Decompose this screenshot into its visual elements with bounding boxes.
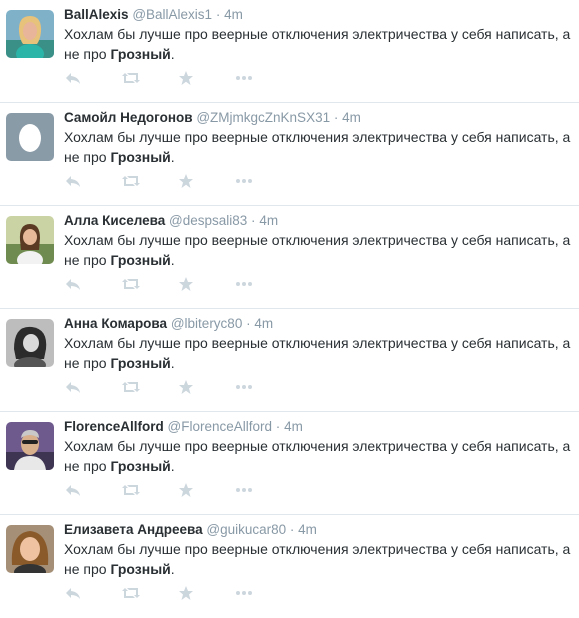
tweet-text: Хохлам бы лучше про веерные отключения э… <box>64 436 574 476</box>
tweet-item[interactable]: Анна Комарова @lbiteryc80 · 4m Хохлам бы… <box>0 309 579 412</box>
tweet-text-bold[interactable]: Грозный <box>110 561 170 577</box>
star-icon[interactable] <box>178 276 198 294</box>
tweet-header: BallAlexis @BallAlexis1 · 4m <box>64 6 243 24</box>
separator: · <box>275 419 281 434</box>
retweet-icon[interactable] <box>121 482 141 500</box>
tweet-header: Алла Киселева @despsali83 · 4m <box>64 212 278 230</box>
timestamp[interactable]: 4m <box>284 419 303 434</box>
avatar[interactable] <box>6 113 54 161</box>
avatar[interactable] <box>6 422 54 470</box>
tweet-text-bold[interactable]: Грозный <box>110 458 170 474</box>
more-icon[interactable] <box>234 173 254 191</box>
tweet-header: Самойл Недогонов @ZMjmkgcZnKnSX31 · 4m <box>64 109 361 127</box>
separator: · <box>215 7 221 22</box>
tweet-item[interactable]: Алла Киселева @despsali83 · 4m Хохлам бы… <box>0 206 579 309</box>
separator: · <box>289 522 295 537</box>
tweet-item[interactable]: FlorenceAllford @FlorenceAllford · 4m Хо… <box>0 412 579 515</box>
retweet-icon[interactable] <box>121 70 141 88</box>
more-icon[interactable] <box>234 70 254 88</box>
separator: · <box>333 110 339 125</box>
user-name[interactable]: Самойл Недогонов <box>64 110 193 125</box>
user-name[interactable]: Алла Киселева <box>64 213 165 228</box>
retweet-icon[interactable] <box>121 173 141 191</box>
tweet-text: Хохлам бы лучше про веерные отключения э… <box>64 127 574 167</box>
tweet-text-suffix: . <box>170 46 175 62</box>
tweet-header: FlorenceAllford @FlorenceAllford · 4m <box>64 418 303 436</box>
retweet-icon[interactable] <box>121 585 141 603</box>
tweet-text-suffix: . <box>170 252 175 268</box>
tweet-text-bold[interactable]: Грозный <box>110 252 170 268</box>
star-icon[interactable] <box>178 482 198 500</box>
more-icon[interactable] <box>234 482 254 500</box>
tweet-actions <box>64 585 264 603</box>
star-icon[interactable] <box>178 585 198 603</box>
tweet-item[interactable]: Самойл Недогонов @ZMjmkgcZnKnSX31 · 4m Х… <box>0 103 579 206</box>
reply-icon[interactable] <box>64 585 84 603</box>
timestamp[interactable]: 4m <box>224 7 243 22</box>
timestamp[interactable]: 4m <box>342 110 361 125</box>
tweet-actions <box>64 173 264 191</box>
more-icon[interactable] <box>234 585 254 603</box>
tweet-text-suffix: . <box>170 149 175 165</box>
tweet-actions <box>64 379 264 397</box>
star-icon[interactable] <box>178 173 198 191</box>
separator: · <box>251 213 256 228</box>
star-icon[interactable] <box>178 379 198 397</box>
tweet-text-suffix: . <box>170 458 175 474</box>
tweet-text-bold[interactable]: Грозный <box>110 355 170 371</box>
tweet-item[interactable]: Елизавета Андреева @guikucar80 · 4m Хохл… <box>0 515 579 618</box>
tweet-text-bold[interactable]: Грозный <box>110 149 170 165</box>
more-icon[interactable] <box>234 379 254 397</box>
tweet-actions <box>64 482 264 500</box>
user-handle[interactable]: @despsali83 <box>169 213 247 228</box>
user-handle[interactable]: @ZMjmkgcZnKnSX31 <box>196 110 330 125</box>
timestamp[interactable]: 4m <box>254 316 273 331</box>
tweet-text: Хохлам бы лучше про веерные отключения э… <box>64 24 574 64</box>
reply-icon[interactable] <box>64 173 84 191</box>
tweet-feed: BallAlexis @BallAlexis1 · 4m Хохлам бы л… <box>0 0 579 613</box>
avatar[interactable] <box>6 525 54 573</box>
separator: · <box>246 316 251 331</box>
retweet-icon[interactable] <box>121 276 141 294</box>
tweet-text: Хохлам бы лучше про веерные отключения э… <box>64 230 574 270</box>
user-handle[interactable]: @guikucar80 <box>206 522 286 537</box>
avatar[interactable] <box>6 10 54 58</box>
tweet-actions <box>64 70 264 88</box>
tweet-text: Хохлам бы лучше про веерные отключения э… <box>64 333 574 373</box>
tweet-text-bold[interactable]: Грозный <box>110 46 170 62</box>
reply-icon[interactable] <box>64 276 84 294</box>
retweet-icon[interactable] <box>121 379 141 397</box>
user-name[interactable]: BallAlexis <box>64 7 129 22</box>
user-handle[interactable]: @FlorenceAllford <box>168 419 273 434</box>
tweet-header: Елизавета Андреева @guikucar80 · 4m <box>64 521 317 539</box>
user-name[interactable]: Анна Комарова <box>64 316 167 331</box>
tweet-header: Анна Комарова @lbiteryc80 · 4m <box>64 315 273 333</box>
timestamp[interactable]: 4m <box>298 522 317 537</box>
tweet-text-suffix: . <box>170 561 175 577</box>
user-name[interactable]: Елизавета Андреева <box>64 522 203 537</box>
timestamp[interactable]: 4m <box>259 213 278 228</box>
more-icon[interactable] <box>234 276 254 294</box>
reply-icon[interactable] <box>64 482 84 500</box>
reply-icon[interactable] <box>64 379 84 397</box>
user-handle[interactable]: @BallAlexis1 <box>132 7 212 22</box>
tweet-text: Хохлам бы лучше про веерные отключения э… <box>64 539 574 579</box>
avatar[interactable] <box>6 319 54 367</box>
user-handle[interactable]: @lbiteryc80 <box>171 316 242 331</box>
user-name[interactable]: FlorenceAllford <box>64 419 164 434</box>
tweet-actions <box>64 276 264 294</box>
star-icon[interactable] <box>178 70 198 88</box>
reply-icon[interactable] <box>64 70 84 88</box>
avatar[interactable] <box>6 216 54 264</box>
tweet-text-suffix: . <box>170 355 175 371</box>
tweet-item[interactable]: BallAlexis @BallAlexis1 · 4m Хохлам бы л… <box>0 0 579 103</box>
